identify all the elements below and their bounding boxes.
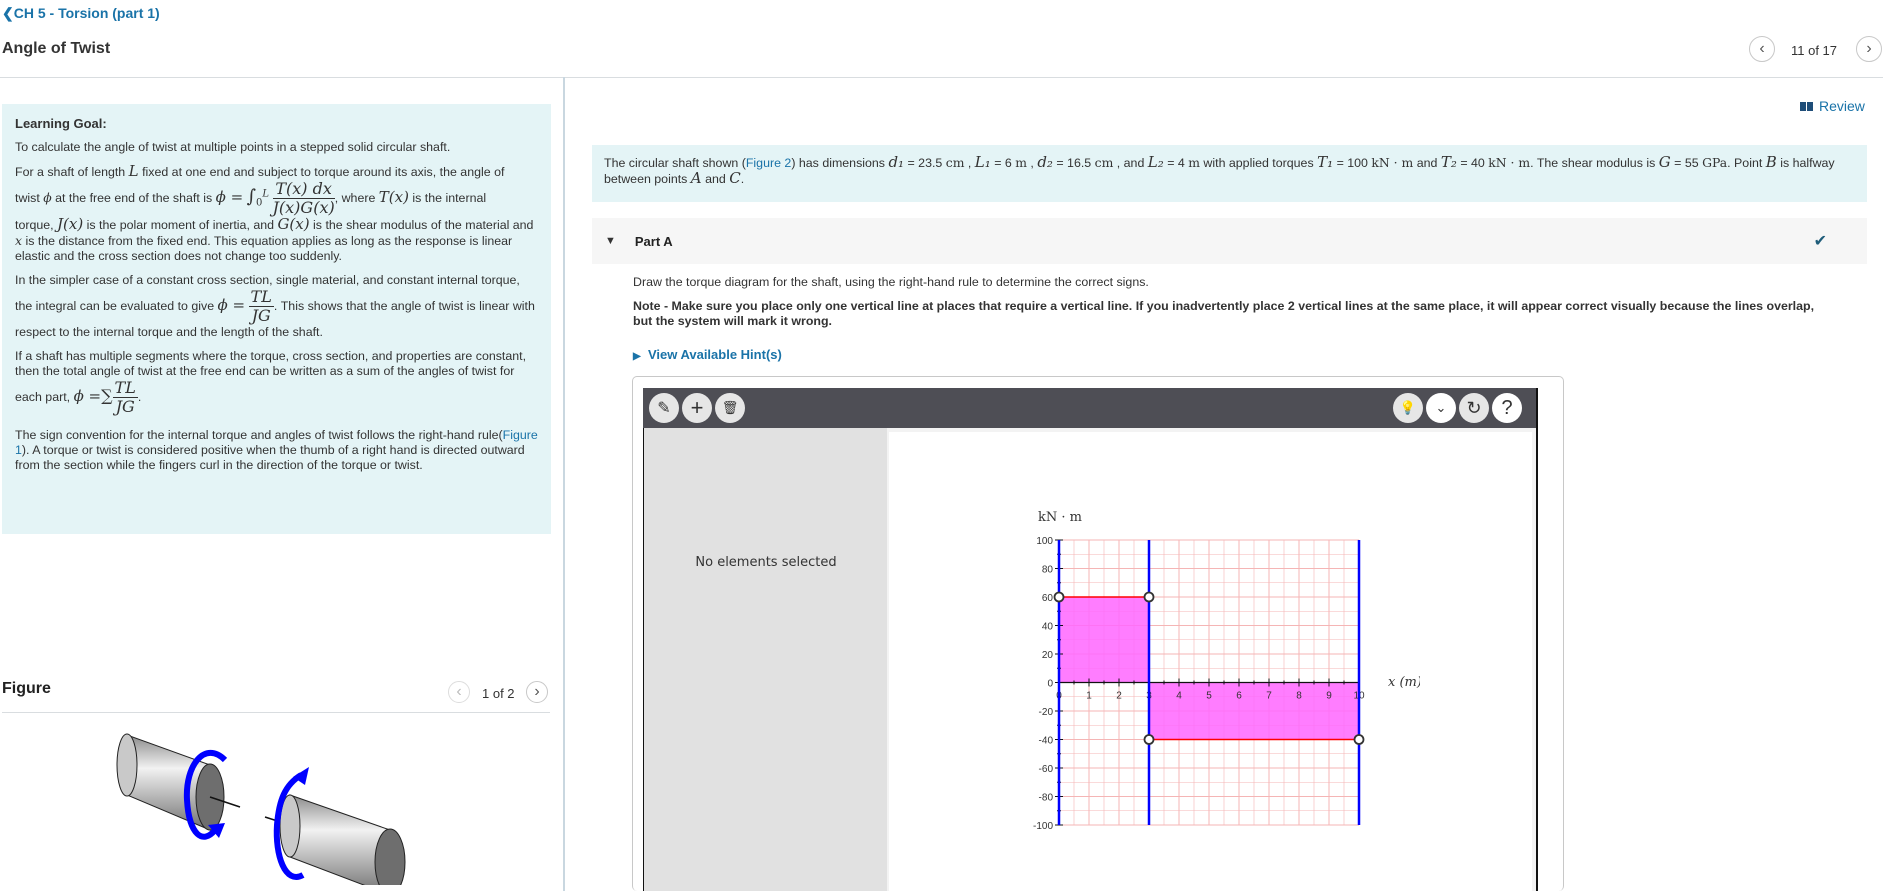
review-link[interactable]: Review — [1800, 98, 1865, 114]
lightbulb-icon: 💡 — [1399, 400, 1417, 415]
learning-goal-box: Learning Goal: To calculate the angle of… — [2, 104, 551, 534]
segment-endpoint[interactable] — [1143, 591, 1155, 603]
segment-endpoint[interactable] — [1143, 734, 1155, 745]
prev-item-button[interactable]: ‹ — [1749, 36, 1775, 62]
x-tick-label: 4 — [1176, 691, 1182, 702]
y-tick-label: -40 — [1039, 736, 1054, 747]
y-tick-label: 20 — [1042, 650, 1054, 661]
figure-title: Figure — [2, 680, 51, 697]
checkmark-icon: ✔ — [1813, 233, 1827, 250]
review-label: Review — [1819, 98, 1865, 114]
add-button[interactable]: + — [682, 393, 712, 423]
draw-segment-icon: ✎ — [657, 400, 671, 417]
reset-icon: ↻ — [1466, 397, 1482, 418]
x-tick-label: 2 — [1116, 691, 1122, 702]
next-item-button[interactable]: › — [1856, 36, 1882, 62]
y-tick-label: -100 — [1033, 821, 1053, 832]
tool-right-border — [1536, 388, 1538, 891]
y-tick-label: 60 — [1042, 593, 1054, 604]
figure-2-link[interactable]: Figure 2 — [746, 156, 791, 170]
chevron-left-icon: ‹ — [1759, 40, 1765, 57]
goal-paragraph-2: For a shaft of length L fixed at one end… — [15, 162, 534, 264]
help-icon: ? — [1501, 396, 1513, 419]
part-a-instructions: Draw the torque diagram for the shaft, u… — [633, 275, 1833, 338]
y-tick-label: -20 — [1039, 707, 1054, 718]
caret-down-icon: ▼ — [605, 235, 616, 247]
sum-fraction: TL JG — [112, 378, 138, 416]
y-axis-label: kN · m — [1038, 510, 1082, 525]
hint-label: View Available Hint(s) — [647, 347, 782, 362]
y-tick-label: -60 — [1039, 764, 1054, 775]
x-axis-label: x (m) — [1388, 675, 1420, 690]
hint-button[interactable]: 💡 — [1393, 393, 1423, 423]
book-icon — [1800, 101, 1813, 111]
draw-segment-button[interactable]: ✎ — [649, 393, 679, 423]
chevron-down-icon: ⌄ — [1435, 400, 1447, 415]
header-divider — [0, 77, 1883, 78]
left-cylinder — [116, 733, 241, 831]
goal-paragraph-3: In the simpler case of a constant cross … — [15, 273, 535, 339]
x-tick-label: 6 — [1236, 691, 1242, 702]
trash-icon: 🗑 — [721, 400, 739, 415]
breadcrumb-label: CH 5 - Torsion (part 1) — [13, 5, 160, 21]
y-tick-label: -80 — [1039, 793, 1054, 804]
chevron-left-icon: ❮ — [2, 5, 14, 21]
right-hand-rule-figure — [116, 733, 406, 885]
integral-fraction: T(x) dx J(x)G(x) — [272, 179, 335, 217]
drawing-toolbar: ✎ + 🗑 💡 ⌄ ↻ ? — [643, 388, 1536, 428]
y-tick-label: 100 — [1036, 536, 1053, 547]
x-tick-label: 9 — [1326, 691, 1332, 702]
chevron-right-icon: › — [1866, 40, 1872, 57]
breadcrumb-link[interactable]: ❮CH 5 - Torsion (part 1) — [2, 5, 160, 22]
segment-endpoint[interactable] — [1053, 591, 1065, 603]
more-options-button[interactable]: ⌄ — [1426, 393, 1456, 423]
view-hints-link[interactable]: ▶ View Available Hint(s) — [633, 347, 782, 362]
panel-divider[interactable] — [563, 77, 565, 891]
properties-panel: No elements selected — [643, 428, 887, 891]
item-pager-text: 11 of 17 — [1791, 43, 1838, 58]
chevron-left-icon: ‹ — [456, 683, 462, 700]
add-icon: + — [690, 395, 704, 420]
page-title: Angle of Twist — [2, 40, 111, 57]
tl-jg-fraction: TL JG — [248, 287, 274, 325]
figure-next-button[interactable]: › — [526, 681, 548, 703]
figure-pager-text: 1 of 2 — [482, 686, 515, 701]
instruction-text: Draw the torque diagram for the shaft, u… — [633, 275, 1149, 289]
figure-divider — [2, 712, 550, 713]
note-text: Note - Make sure you place only one vert… — [633, 299, 1815, 328]
y-tick-label: 0 — [1047, 679, 1053, 690]
torque-diagram-chart[interactable]: 100806040200-20-40-60-80-100012345678910… — [1020, 500, 1420, 840]
figure-prev-button[interactable]: ‹ — [448, 681, 470, 703]
x-tick-label: 1 — [1086, 691, 1092, 702]
x-tick-label: 8 — [1296, 691, 1302, 702]
x-tick-label: 5 — [1206, 691, 1212, 702]
part-a-title: Part A — [634, 233, 673, 249]
reset-button[interactable]: ↻ — [1459, 393, 1489, 423]
learning-goal-title: Learning Goal: — [15, 116, 107, 131]
goal-paragraph-5: The sign convention for the internal tor… — [15, 428, 538, 472]
delete-button[interactable]: 🗑 — [715, 393, 745, 423]
torque-segment-fill — [1059, 597, 1149, 683]
help-button[interactable]: ? — [1492, 393, 1522, 423]
goal-paragraph-4: If a shaft has multiple segments where t… — [15, 349, 527, 416]
no-selection-text: No elements selected — [695, 555, 837, 570]
y-tick-label: 40 — [1042, 622, 1054, 633]
x-tick-label: 7 — [1266, 691, 1272, 702]
problem-statement: The circular shaft shown (Figure 2) has … — [592, 145, 1867, 202]
y-tick-label: 80 — [1042, 565, 1054, 576]
segment-endpoint[interactable] — [1353, 734, 1365, 745]
caret-right-icon: ▶ — [633, 351, 641, 362]
part-a-header[interactable]: ▼ Part A ✔ — [592, 218, 1867, 264]
chevron-right-icon: › — [534, 683, 540, 700]
goal-paragraph-1: To calculate the angle of twist at multi… — [15, 140, 451, 154]
